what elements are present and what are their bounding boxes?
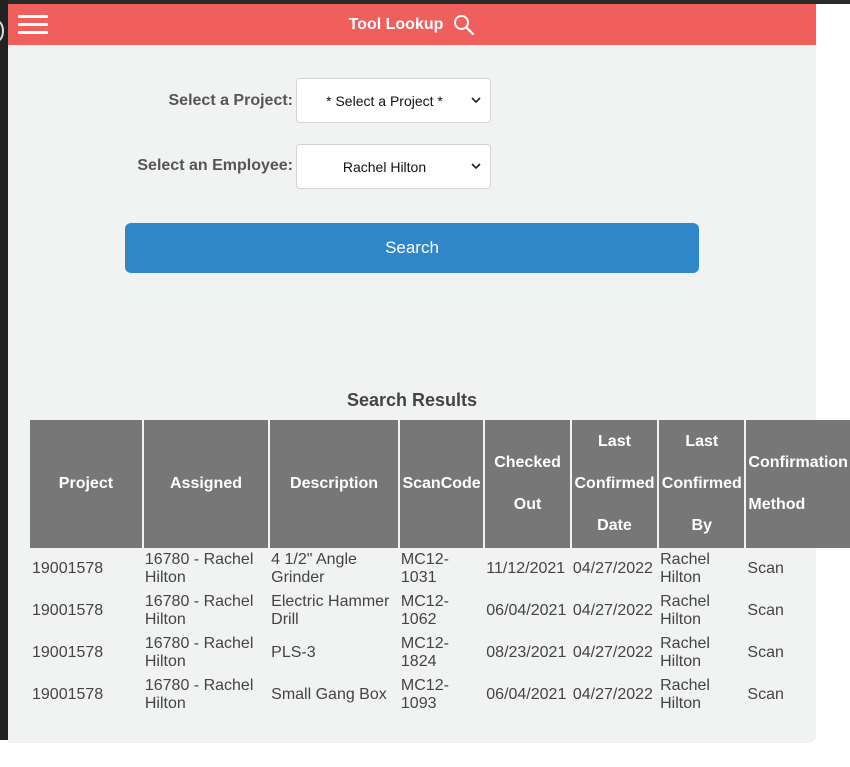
employee-select[interactable]: Rachel Hilton [296, 144, 491, 189]
cell-assigned: 16780 - Rachel Hilton [144, 593, 254, 628]
cell-assigned: 16780 - Rachel Hilton [144, 677, 254, 712]
employee-select-value: Rachel Hilton [342, 158, 427, 175]
table-header-row: Project Assigned Description ScanCode Ch… [30, 420, 850, 548]
column-header-checked-out: Checked Out [483, 420, 571, 548]
cell-assigned: 16780 - Rachel Hilton [144, 551, 254, 586]
cell-confirmed-date: 04/27/2022 [572, 560, 653, 577]
project-select-value: * Select a Project * [326, 92, 443, 109]
cell-confirmed-by: Rachel Hilton [660, 593, 710, 628]
column-header-last-confirmed-date: Last Confirmed Date [569, 420, 659, 548]
top-bar: Tool Lookup [8, 4, 816, 45]
employee-label: Select an Employee: [137, 157, 293, 174]
cell-checked-out: 08/23/2021 [486, 644, 567, 661]
cell-description: PLS-3 [271, 644, 316, 661]
column-header-assigned: Assigned [141, 420, 270, 548]
search-button[interactable]: Search [125, 223, 699, 273]
cell-project: 19001578 [32, 644, 104, 661]
table-row: 19001578 16780 - Rachel Hilton Electric H… [30, 590, 850, 632]
search-icon [454, 14, 475, 35]
chevron-down-icon [471, 97, 481, 104]
table-row: 19001578 16780 - Rachel Hilton PLS-3 MC12… [30, 632, 850, 674]
column-header-confirmation-method: Confirmation Method [744, 420, 850, 548]
column-header-scancode: ScanCode [397, 420, 485, 548]
cell-confirmed-date: 04/27/2022 [572, 686, 653, 703]
cell-checked-out: 06/04/2021 [486, 602, 567, 619]
results-table: Project Assigned Description ScanCode Ch… [30, 420, 850, 716]
cell-confirmed-by: Rachel Hilton [660, 635, 710, 670]
cell-checked-out: 06/04/2021 [486, 686, 567, 703]
cell-project: 19001578 [32, 560, 104, 577]
cell-confirmed-by: Rachel Hilton [660, 551, 710, 586]
cell-scancode: MC12- 1824 [400, 635, 449, 670]
table-row: 19001578 16780 - Rachel Hilton 4 1/2" Ang… [30, 548, 850, 590]
window-left-edge [0, 0, 8, 740]
cell-method: Scan [747, 602, 784, 619]
cell-checked-out: 11/12/2021 [486, 560, 566, 577]
cell-method: Scan [747, 560, 784, 577]
column-header-last-confirmed-by: Last Confirmed By [657, 420, 746, 548]
cell-description: 4 1/2" Angle Grinder [271, 551, 357, 586]
app-title-text: Tool Lookup [348, 15, 444, 33]
results-title: Search Results [346, 390, 478, 410]
cell-method: Scan [747, 644, 784, 661]
cell-confirmed-date: 04/27/2022 [572, 602, 653, 619]
cell-description: Small Gang Box [271, 686, 387, 703]
cell-scancode: MC12- 1093 [400, 677, 449, 712]
cell-description: Electric Hammer Drill [271, 593, 390, 628]
cell-confirmed-date: 04/27/2022 [572, 644, 653, 661]
project-label: Select a Project: [168, 92, 294, 109]
cell-method: Scan [747, 686, 784, 703]
column-header-description: Description [268, 420, 399, 548]
cell-scancode: MC12- 1031 [400, 551, 449, 586]
cell-confirmed-by: Rachel Hilton [660, 677, 710, 712]
cell-project: 19001578 [32, 602, 104, 619]
table-row: 19001578 16780 - Rachel Hilton Small Gang… [30, 674, 850, 716]
cell-assigned: 16780 - Rachel Hilton [144, 635, 254, 670]
project-select[interactable]: * Select a Project * [296, 78, 491, 123]
column-header-project: Project [30, 420, 143, 548]
app-title: Tool Lookup [8, 4, 816, 45]
chevron-down-icon [471, 163, 481, 170]
cell-project: 19001578 [32, 686, 104, 703]
cell-scancode: MC12- 1062 [400, 593, 449, 628]
